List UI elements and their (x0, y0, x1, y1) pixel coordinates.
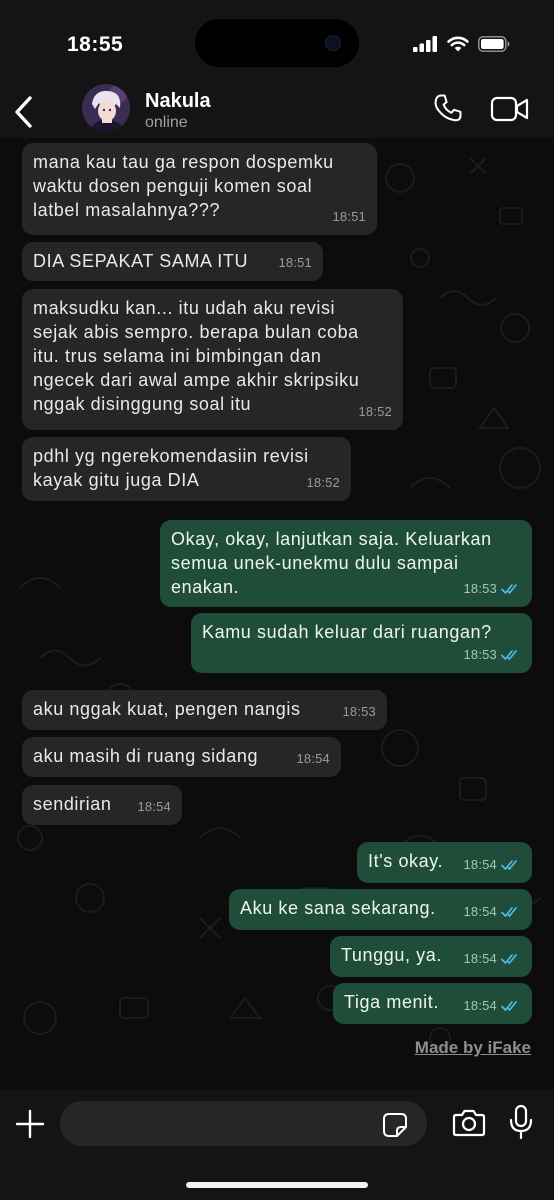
microphone-icon[interactable] (508, 1104, 534, 1140)
message-input[interactable] (60, 1101, 427, 1146)
message-time: 18:51 (332, 209, 366, 224)
message-meta: 18:53 (463, 577, 521, 601)
message-bubble-incoming[interactable]: mana kau tau ga respon dospemku waktu do… (22, 143, 377, 235)
status-bar: 18:55 (0, 0, 554, 88)
message-bubble-incoming[interactable]: aku masih di ruang sidang 18:54 (22, 737, 341, 777)
message-bubble-incoming[interactable]: maksudku kan... itu udah aku revisi seja… (22, 289, 403, 430)
message-meta: 18:53 (463, 643, 521, 667)
message-text: pdhl yg ngerekomendasiin revisi kayak gi… (33, 446, 309, 490)
plus-icon[interactable] (14, 1108, 46, 1140)
message-time: 18:53 (463, 647, 497, 662)
message-time: 18:51 (278, 255, 312, 270)
message-meta: 18:54 (463, 947, 521, 971)
message-bubble-incoming[interactable]: DIA SEPAKAT SAMA ITU 18:51 (22, 242, 323, 281)
message-time: 18:54 (463, 857, 497, 872)
watermark: Made by iFake (414, 1038, 531, 1057)
avatar-illustration (82, 84, 130, 132)
wifi-icon (447, 36, 469, 52)
message-bubble-outgoing[interactable]: Okay, okay, lanjutkan saja. Keluarkan se… (160, 520, 532, 607)
front-camera-icon (325, 35, 341, 51)
phone-icon[interactable] (432, 92, 464, 124)
contact-name[interactable]: Nakula (145, 90, 211, 113)
read-receipt-icon (501, 954, 517, 964)
chat-area[interactable]: mana kau tau ga respon dospemku waktu do… (0, 138, 554, 1090)
chat-header: Nakula online (0, 84, 554, 138)
message-time: 18:54 (296, 751, 330, 766)
dynamic-island (195, 19, 359, 67)
message-text: maksudku kan... itu udah aku revisi seja… (33, 298, 360, 414)
message-meta: 18:54 (463, 994, 521, 1018)
message-bubble-incoming[interactable]: sendirian 18:54 (22, 785, 182, 825)
message-time: 18:54 (463, 904, 497, 919)
message-bubble-outgoing[interactable]: It's okay. 18:54 (357, 842, 532, 883)
read-receipt-icon (501, 907, 517, 917)
sticker-icon[interactable] (382, 1112, 408, 1138)
message-meta: 18:54 (463, 900, 521, 924)
message-text: mana kau tau ga respon dospemku waktu do… (33, 152, 334, 220)
back-chevron-icon[interactable] (10, 94, 38, 130)
message-text: aku masih di ruang sidang (33, 746, 259, 766)
message-bubble-outgoing[interactable]: Tiga menit. 18:54 (333, 983, 532, 1024)
message-meta: 18:54 (296, 747, 330, 771)
message-time: 18:52 (306, 475, 340, 490)
read-receipt-icon (501, 1001, 517, 1011)
message-meta: 18:52 (306, 471, 340, 495)
message-time: 18:54 (463, 951, 497, 966)
message-bubble-outgoing[interactable]: Kamu sudah keluar dari ruangan? 18:53 (191, 613, 532, 673)
read-receipt-icon (501, 650, 517, 660)
message-bubble-outgoing[interactable]: Tunggu, ya. 18:54 (330, 936, 532, 977)
contact-status: online (145, 114, 188, 131)
video-camera-icon[interactable] (490, 94, 530, 124)
message-time: 18:53 (342, 704, 376, 719)
message-meta: 18:51 (332, 205, 366, 229)
message-time: 18:53 (463, 581, 497, 596)
read-receipt-icon (501, 860, 517, 870)
message-time: 18:54 (137, 799, 171, 814)
message-meta: 18:53 (342, 700, 376, 724)
message-bubble-outgoing[interactable]: Aku ke sana sekarang. 18:54 (229, 889, 532, 930)
message-time: 18:52 (358, 404, 392, 419)
message-meta: 18:54 (137, 795, 171, 819)
message-bubble-incoming[interactable]: aku nggak kuat, pengen nangis 18:53 (22, 690, 387, 730)
message-meta: 18:52 (358, 400, 392, 424)
message-text: Kamu sudah keluar dari ruangan? (202, 622, 492, 642)
message-text: aku nggak kuat, pengen nangis (33, 699, 301, 719)
message-text: DIA SEPAKAT SAMA ITU (33, 251, 249, 271)
home-indicator (186, 1182, 368, 1188)
input-bar (0, 1090, 554, 1200)
status-icons (413, 36, 510, 52)
read-receipt-icon (501, 584, 517, 594)
camera-icon[interactable] (452, 1108, 486, 1138)
avatar[interactable] (82, 84, 130, 132)
signal-icon (413, 36, 437, 52)
message-bubble-incoming[interactable]: pdhl yg ngerekomendasiin revisi kayak gi… (22, 437, 351, 501)
message-time: 18:54 (463, 998, 497, 1013)
message-meta: 18:54 (463, 853, 521, 877)
status-time: 18:55 (67, 33, 124, 56)
message-meta: 18:51 (278, 251, 312, 275)
battery-icon (478, 36, 510, 52)
